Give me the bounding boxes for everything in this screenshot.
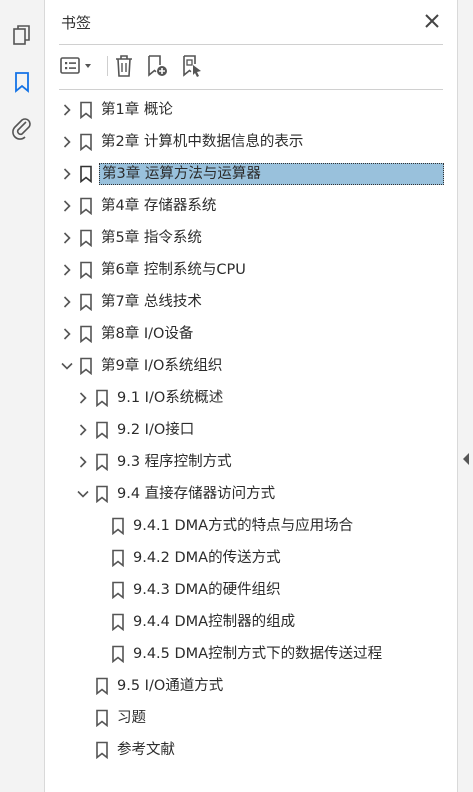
new-bookmark-icon[interactable] <box>144 53 170 79</box>
tool-rail <box>0 0 45 792</box>
bookmark-label: 9.4.5 DMA控制方式下的数据传送过程 <box>133 646 383 662</box>
bookmark-icon <box>111 517 125 536</box>
bookmark-item[interactable]: 第8章 I/O设备 <box>45 318 457 350</box>
bookmark-item[interactable]: 参考文献 <box>45 734 457 766</box>
bookmark-icon <box>79 101 93 120</box>
bookmark-icon <box>95 709 109 728</box>
options-icon[interactable] <box>59 53 97 79</box>
bookmark-icon <box>95 421 109 440</box>
bookmark-icon <box>79 197 93 216</box>
bookmark-icon <box>95 485 109 504</box>
bookmark-label: 第5章 指令系统 <box>101 230 202 246</box>
chevron-right-icon[interactable] <box>59 230 75 246</box>
bookmark-label: 第1章 概论 <box>101 102 173 118</box>
bookmark-toolbar <box>45 46 457 86</box>
close-icon[interactable] <box>423 12 441 30</box>
bookmark-icon <box>79 293 93 312</box>
bookmark-icon <box>79 357 93 376</box>
bookmark-icon <box>111 581 125 600</box>
chevron-right-icon[interactable] <box>75 422 91 438</box>
toolbar-divider <box>59 89 443 90</box>
chevron-right-icon[interactable] <box>59 134 75 150</box>
toolbar-separator <box>107 56 108 76</box>
bookmark-icon <box>79 165 93 184</box>
bookmark-item[interactable]: 9.3 程序控制方式 <box>45 446 457 478</box>
bookmark-icon <box>95 453 109 472</box>
chevron-right-icon[interactable] <box>75 390 91 406</box>
new-bookmark-from-structure-icon[interactable] <box>179 53 205 79</box>
bookmark-label: 第9章 I/O系统组织 <box>101 358 223 374</box>
chevron-right-icon[interactable] <box>59 166 75 182</box>
bookmark-icon <box>95 389 109 408</box>
bookmark-label: 9.4.2 DMA的传送方式 <box>133 550 281 566</box>
bookmark-item[interactable]: 9.4.3 DMA的硬件组织 <box>45 574 457 606</box>
bookmark-item[interactable]: 第3章 运算方法与运算器 <box>45 158 457 190</box>
bookmark-icon <box>111 645 125 664</box>
bookmark-item[interactable]: 9.4.1 DMA方式的特点与应用场合 <box>45 510 457 542</box>
bookmark-label: 9.4 直接存储器访问方式 <box>117 486 276 502</box>
bookmark-label: 第3章 运算方法与运算器 <box>99 163 444 185</box>
bookmark-item[interactable]: 9.1 I/O系统概述 <box>45 382 457 414</box>
bookmark-icon <box>79 229 93 248</box>
delete-bookmark-icon[interactable] <box>111 53 137 79</box>
bookmark-icon <box>79 261 93 280</box>
bookmark-label: 9.3 程序控制方式 <box>117 454 232 470</box>
bookmark-item[interactable]: 第5章 指令系统 <box>45 222 457 254</box>
bookmark-icon <box>79 325 93 344</box>
bookmark-label: 第6章 控制系统与CPU <box>101 262 246 278</box>
bookmark-item[interactable]: 第1章 概论 <box>45 94 457 126</box>
document-edge <box>457 0 473 792</box>
bookmark-item[interactable]: 9.4.2 DMA的传送方式 <box>45 542 457 574</box>
collapse-arrow-icon[interactable] <box>463 453 469 465</box>
bookmark-label: 第2章 计算机中数据信息的表示 <box>101 134 304 150</box>
bookmark-item[interactable]: 习题 <box>45 702 457 734</box>
chevron-down-icon[interactable] <box>75 486 91 502</box>
bookmark-label: 9.1 I/O系统概述 <box>117 390 224 406</box>
header-divider <box>59 44 443 45</box>
chevron-right-icon[interactable] <box>59 262 75 278</box>
bookmark-icon <box>111 613 125 632</box>
panel-title: 书签 <box>61 14 92 32</box>
bookmark-item[interactable]: 第6章 控制系统与CPU <box>45 254 457 286</box>
bookmark-icon <box>111 549 125 568</box>
bookmark-item[interactable]: 9.2 I/O接口 <box>45 414 457 446</box>
bookmark-label: 参考文献 <box>117 742 175 758</box>
chevron-right-icon[interactable] <box>59 294 75 310</box>
attachment-icon[interactable] <box>8 114 36 142</box>
bookmarks-app: 书签 第1章 概论 第2章 计算机中数据信息的表示 第3章 运算方法与运算器 第… <box>0 0 473 792</box>
chevron-right-icon[interactable] <box>59 326 75 342</box>
chevron-right-icon[interactable] <box>59 102 75 118</box>
bookmark-item[interactable]: 第7章 总线技术 <box>45 286 457 318</box>
bookmark-label: 第8章 I/O设备 <box>101 326 194 342</box>
bookmark-item[interactable]: 第4章 存储器系统 <box>45 190 457 222</box>
panel-header: 书签 <box>45 0 457 44</box>
bookmark-label: 习题 <box>117 710 146 726</box>
bookmark-icon <box>79 133 93 152</box>
bookmark-item[interactable]: 第2章 计算机中数据信息的表示 <box>45 126 457 158</box>
bookmark-label: 第7章 总线技术 <box>101 294 202 310</box>
bookmarks-panel: 书签 第1章 概论 第2章 计算机中数据信息的表示 第3章 运算方法与运算器 第… <box>45 0 457 792</box>
bookmark-label: 9.2 I/O接口 <box>117 422 195 438</box>
chevron-right-icon[interactable] <box>75 454 91 470</box>
bookmark-item[interactable]: 9.4 直接存储器访问方式 <box>45 478 457 510</box>
bookmark-item[interactable]: 第9章 I/O系统组织 <box>45 350 457 382</box>
chevron-right-icon[interactable] <box>59 198 75 214</box>
bookmark-item[interactable]: 9.5 I/O通道方式 <box>45 670 457 702</box>
chevron-down-icon[interactable] <box>59 358 75 374</box>
bookmark-icon[interactable] <box>8 68 36 96</box>
bookmark-icon <box>95 741 109 760</box>
bookmark-label: 第4章 存储器系统 <box>101 198 217 214</box>
pages-icon[interactable] <box>8 22 36 50</box>
bookmark-icon <box>95 677 109 696</box>
bookmark-item[interactable]: 9.4.4 DMA控制器的组成 <box>45 606 457 638</box>
bookmark-label: 9.4.3 DMA的硬件组织 <box>133 582 281 598</box>
bookmark-label: 9.4.1 DMA方式的特点与应用场合 <box>133 518 354 534</box>
bookmark-tree: 第1章 概论第2章 计算机中数据信息的表示第3章 运算方法与运算器第4章 存储器… <box>45 94 457 766</box>
bookmark-label: 9.4.4 DMA控制器的组成 <box>133 614 296 630</box>
bookmark-item[interactable]: 9.4.5 DMA控制方式下的数据传送过程 <box>45 638 457 670</box>
bookmark-label: 9.5 I/O通道方式 <box>117 678 224 694</box>
